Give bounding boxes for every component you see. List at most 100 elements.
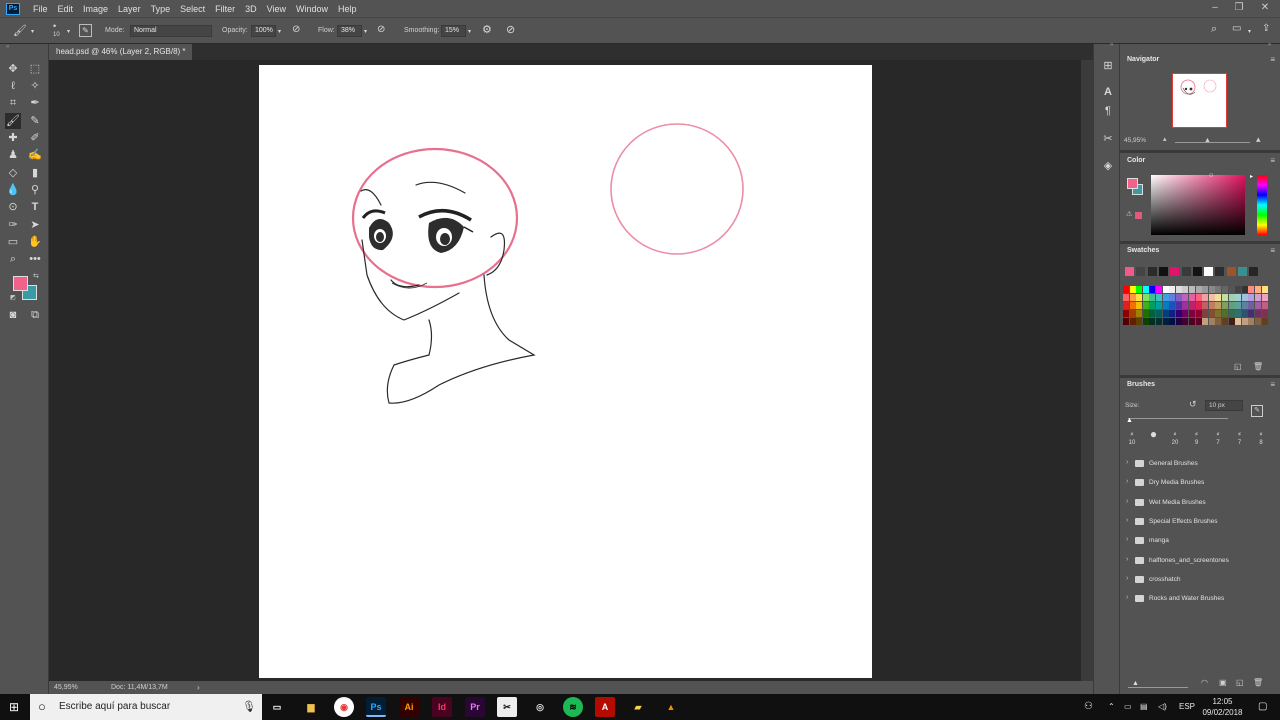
palette-swatch[interactable]	[1202, 310, 1209, 317]
clone-stamp-tool-icon[interactable]: ♟	[5, 147, 21, 163]
vlc-taskbar-icon[interactable]: ▲	[661, 697, 681, 717]
hue-marker[interactable]: ▸	[1250, 173, 1253, 180]
color-fg-swatch[interactable]	[1127, 178, 1138, 189]
blur-tool-icon[interactable]: 💧	[5, 182, 21, 198]
chevron-right-icon[interactable]: ›	[1126, 594, 1128, 601]
paragraph-panel-icon[interactable]: ¶	[1101, 104, 1115, 118]
premiere-taskbar-icon[interactable]: Pr	[465, 697, 485, 717]
path-select-tool-icon[interactable]: ✑	[5, 217, 21, 233]
panel-menu-icon[interactable]: ≡	[1270, 55, 1275, 64]
palette-swatch[interactable]	[1261, 286, 1268, 293]
brush-size-thumb[interactable]: ▲	[1126, 417, 1133, 424]
chevron-right-icon[interactable]: ›	[1126, 459, 1128, 466]
restore-icon[interactable]: ❐	[1230, 0, 1248, 17]
brush-tip-preset[interactable]: ●	[1145, 428, 1163, 450]
spotify-taskbar-icon[interactable]: ≋	[563, 697, 583, 717]
palette-swatch[interactable]	[1169, 294, 1176, 301]
photoshop-logo[interactable]: Ps	[6, 2, 20, 15]
palette-swatch[interactable]	[1142, 302, 1149, 309]
zoom-slider-thumb[interactable]: ▲	[1204, 137, 1211, 144]
photoshop-taskbar-icon[interactable]: Ps	[366, 697, 386, 717]
acrobat-taskbar-icon[interactable]: A	[595, 697, 615, 717]
palette-swatch[interactable]	[1189, 318, 1195, 325]
panel-menu-icon[interactable]: ≡	[1270, 156, 1275, 165]
palette-swatch[interactable]	[1248, 294, 1255, 301]
lasso-tool-icon[interactable]: ℓ	[5, 78, 21, 94]
workspace-icon[interactable]: ▭	[1232, 23, 1241, 34]
palette-swatch[interactable]	[1235, 310, 1242, 317]
palette-swatch[interactable]	[1149, 310, 1156, 317]
brush-folder[interactable]: › manga	[1120, 531, 1280, 550]
chevron-down-icon[interactable]: ▾	[278, 28, 281, 35]
palette-swatch[interactable]	[1261, 302, 1268, 309]
file-explorer-icon[interactable]: ▆	[301, 697, 321, 717]
palette-swatch[interactable]	[1123, 294, 1129, 301]
palette-swatch[interactable]	[1136, 286, 1143, 293]
preview-slider[interactable]	[1128, 687, 1188, 688]
type-tool-icon[interactable]: T	[27, 199, 43, 215]
palette-swatch[interactable]	[1235, 318, 1242, 325]
palette-swatch[interactable]	[1208, 310, 1215, 317]
menu-window[interactable]: Window	[291, 4, 333, 14]
palette-swatch[interactable]	[1241, 286, 1248, 293]
palette-swatch[interactable]	[1129, 294, 1136, 301]
zoom-slider[interactable]	[1175, 142, 1250, 143]
palette-swatch[interactable]	[1208, 294, 1215, 301]
palette-swatch[interactable]	[1255, 310, 1261, 317]
palette-swatch[interactable]	[1142, 318, 1149, 325]
document-tab[interactable]: head.psd @ 46% (Layer 2, RGB/8) * ×	[49, 44, 192, 72]
palette-swatch[interactable]	[1195, 302, 1202, 309]
obs-taskbar-icon[interactable]: ◎	[530, 697, 550, 717]
palette-swatch[interactable]	[1142, 310, 1149, 317]
collapse-icon[interactable]: »	[1110, 42, 1113, 48]
recent-swatch[interactable]	[1215, 267, 1225, 276]
palette-swatch[interactable]	[1169, 302, 1176, 309]
brush-size-slider[interactable]	[1128, 418, 1228, 419]
minimize-icon[interactable]: –	[1206, 0, 1224, 17]
recent-swatch[interactable]	[1226, 267, 1236, 276]
brush-tip-preset[interactable]: ⸗ 10	[1123, 428, 1141, 450]
brush-tip-preset[interactable]: ⸗ 9	[1188, 428, 1206, 450]
status-menu-arrow[interactable]: ›	[197, 683, 200, 692]
new-brush-small-icon[interactable]: ◱	[1236, 678, 1244, 687]
collapse-icon[interactable]: «	[6, 44, 9, 50]
warning-icon[interactable]: ⚠	[1126, 210, 1132, 218]
menu-edit[interactable]: Edit	[53, 4, 79, 14]
brush-size-field[interactable]: 10 px	[1205, 400, 1243, 411]
eraser-tool-icon[interactable]: ◇	[5, 165, 21, 181]
swatches-title[interactable]: Swatches	[1127, 247, 1159, 254]
preview-slider-thumb[interactable]: ▲	[1132, 680, 1139, 687]
palette-swatch[interactable]	[1235, 294, 1242, 301]
palette-swatch[interactable]	[1255, 318, 1261, 325]
notifications-icon[interactable]: ▢	[1258, 694, 1267, 720]
taskbar-search[interactable]: ○ Escribe aquí para buscar 🎙	[30, 694, 262, 720]
palette-swatch[interactable]	[1215, 294, 1222, 301]
palette-swatch[interactable]	[1228, 294, 1235, 301]
collapse-icon[interactable]: »	[1268, 42, 1271, 48]
tray-chevron-icon[interactable]: ⌃	[1108, 694, 1115, 720]
pressure-opacity-icon[interactable]: ⊘	[292, 24, 300, 35]
palette-swatch[interactable]	[1202, 302, 1209, 309]
palette-swatch[interactable]	[1189, 310, 1195, 317]
rectangle-tool-icon[interactable]: ▭	[5, 234, 21, 250]
sticky-notes-icon[interactable]: ▰	[628, 697, 648, 717]
palette-swatch[interactable]	[1162, 310, 1169, 317]
palette-swatch[interactable]	[1195, 286, 1202, 293]
document-canvas[interactable]	[259, 65, 872, 678]
palette-swatch[interactable]	[1202, 294, 1209, 301]
palette-swatch[interactable]	[1222, 286, 1228, 293]
palette-swatch[interactable]	[1175, 310, 1182, 317]
navigator-thumbnail[interactable]	[1172, 73, 1227, 128]
brush-tip-preset[interactable]: ⸗ 8	[1252, 428, 1270, 450]
palette-swatch[interactable]	[1123, 302, 1129, 309]
foreground-color[interactable]	[13, 276, 28, 291]
chevron-down-icon[interactable]: ▾	[67, 28, 70, 35]
chevron-right-icon[interactable]: ›	[1126, 575, 1128, 582]
palette-swatch[interactable]	[1182, 302, 1189, 309]
brush-folder[interactable]: › Wet Media Brushes	[1120, 493, 1280, 512]
palette-swatch[interactable]	[1136, 294, 1143, 301]
opacity-field[interactable]: 100%	[251, 25, 276, 37]
chevron-down-icon[interactable]: ▾	[468, 28, 471, 35]
brush-visibility-icon[interactable]: ◠	[1201, 678, 1208, 687]
history-panel-icon[interactable]: ⊞	[1101, 59, 1115, 73]
